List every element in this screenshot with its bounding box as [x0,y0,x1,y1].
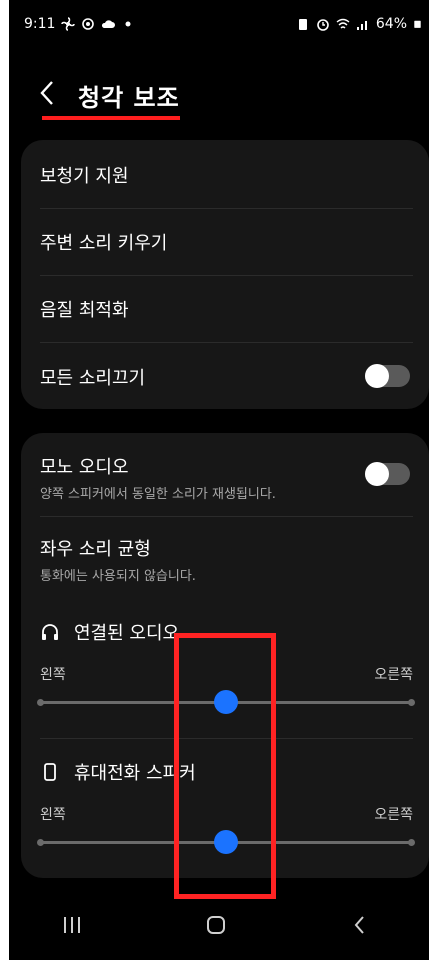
list-item-label: 모든 소리끄기 [40,368,146,389]
home-icon [207,916,225,934]
toggle-knob [365,364,389,388]
nav-back-button[interactable] [330,905,390,945]
list-item-hearing-aid-support[interactable]: 보청기 지원 [40,162,413,188]
alarm-icon [317,19,329,31]
recent-apps-button[interactable] [42,905,102,945]
list-item-sound-optimization[interactable]: 음질 최적화 [40,296,413,322]
status-time: 9:11 [24,16,56,32]
signal-icon [356,21,367,30]
divider [40,275,413,276]
divider [40,516,413,517]
toggle-knob [365,462,389,486]
cloud-icon [102,20,116,28]
headphones-icon [42,624,58,640]
list-item-label: 음질 최적화 [40,300,129,321]
fan-icon [61,17,76,31]
mono-audio-label: 모노 오디오 [40,457,129,478]
slider-end-right [408,699,415,706]
slider-end-right [408,839,415,846]
system-navigation-bar [0,890,432,960]
highlight-annotation-box [174,633,276,899]
balance-description: 통화에는 사용되지 않습니다. [40,569,196,584]
status-bar: 9:11 64% [24,10,422,38]
battery-icon [414,20,421,28]
slider-end-left [37,839,44,846]
list-item-mute-all-sounds[interactable]: 모든 소리끄기 [40,364,413,390]
sync-icon [82,18,95,30]
recent-apps-icon [64,917,80,933]
mono-audio-description: 양쪽 스피커에서 동일한 소리가 재생됩니다. [40,487,276,502]
back-chevron-icon[interactable] [37,78,61,108]
wifi-icon [336,18,350,29]
divider [40,208,413,209]
phone-icon [44,763,56,781]
left-label: 왼쪽 [40,807,66,823]
page-title: 청각 보조 [78,84,180,112]
lock-battery-icon [298,19,307,30]
list-item-label: 보청기 지원 [40,166,129,187]
right-label: 오른쪽 [374,667,413,683]
connected-audio-label: 연결된 오디오 [74,623,180,644]
title-highlight-underline [42,116,180,120]
left-border [0,0,9,960]
right-label: 오른쪽 [374,807,413,823]
mono-audio-toggle[interactable] [365,462,410,486]
left-label: 왼쪽 [40,667,66,683]
list-item-left-right-balance: 좌우 소리 균형 통화에는 사용되지 않습니다. [40,535,413,584]
mute-all-sounds-toggle[interactable] [365,364,410,388]
nav-back-icon [354,916,364,934]
balance-label: 좌우 소리 균형 [40,539,151,560]
app-header: 청각 보조 [0,70,432,120]
list-item-label: 주변 소리 키우기 [40,233,168,254]
status-battery: 64% [375,16,407,32]
home-button[interactable] [186,905,246,945]
list-item-amplify-ambient[interactable]: 주변 소리 키우기 [40,229,413,255]
divider [40,342,413,343]
hearing-options-card: 보청기 지원 주변 소리 키우기 음질 최적화 모든 소리끄기 [21,140,429,409]
dot-icon [125,21,131,27]
list-item-mono-audio[interactable]: 모노 오디오 양쪽 스피커에서 동일한 소리가 재생됩니다. [40,453,413,502]
slider-end-left [37,699,44,706]
